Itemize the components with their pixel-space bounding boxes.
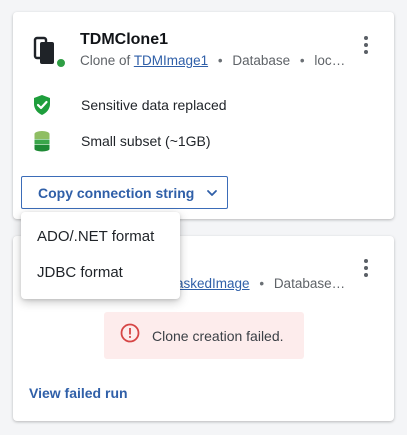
separator-dot: • bbox=[299, 53, 305, 68]
subtitle-type: Database bbox=[232, 53, 291, 68]
view-failed-run-link[interactable]: View failed run bbox=[29, 385, 128, 401]
clone-card: TDMClone1 Clone of TDMImage1 • Database … bbox=[13, 12, 394, 219]
error-banner: Clone creation failed. bbox=[104, 312, 304, 359]
source-image-link[interactable]: askedImage bbox=[176, 276, 250, 291]
source-image-link[interactable]: TDMImage1 bbox=[134, 53, 208, 68]
error-icon bbox=[120, 323, 140, 348]
copy-connection-string-button[interactable]: Copy connection string bbox=[21, 176, 228, 209]
feature-label: Small subset (~1GB) bbox=[81, 133, 211, 149]
feature-label: Sensitive data replaced bbox=[81, 97, 227, 113]
feature-row-subset: Small subset (~1GB) bbox=[31, 129, 211, 153]
more-options-icon[interactable] bbox=[356, 33, 376, 57]
connection-format-menu: ADO/.NET format JDBC format bbox=[21, 212, 180, 299]
clone-subtitle: Clone of TDMImage1 • Database • loca… bbox=[80, 53, 350, 68]
subtitle-location: loca… bbox=[314, 53, 350, 68]
chevron-down-icon bbox=[206, 189, 218, 197]
more-options-icon[interactable] bbox=[356, 256, 376, 280]
clone-title: TDMClone1 bbox=[80, 31, 168, 48]
feature-row-masking: Sensitive data replaced bbox=[31, 93, 227, 117]
database-icon bbox=[32, 34, 68, 70]
separator-dot: • bbox=[259, 276, 265, 291]
menu-item-jdbc[interactable]: JDBC format bbox=[21, 254, 180, 290]
menu-item-ado-net[interactable]: ADO/.NET format bbox=[21, 218, 180, 254]
database-stack-icon bbox=[31, 129, 53, 153]
shield-check-icon bbox=[31, 93, 53, 117]
subtitle-prefix: Clone of bbox=[80, 53, 131, 68]
subtitle-type: Database… bbox=[273, 276, 346, 291]
error-message: Clone creation failed. bbox=[152, 327, 284, 344]
button-label: Copy connection string bbox=[38, 184, 195, 201]
separator-dot: • bbox=[217, 53, 223, 68]
